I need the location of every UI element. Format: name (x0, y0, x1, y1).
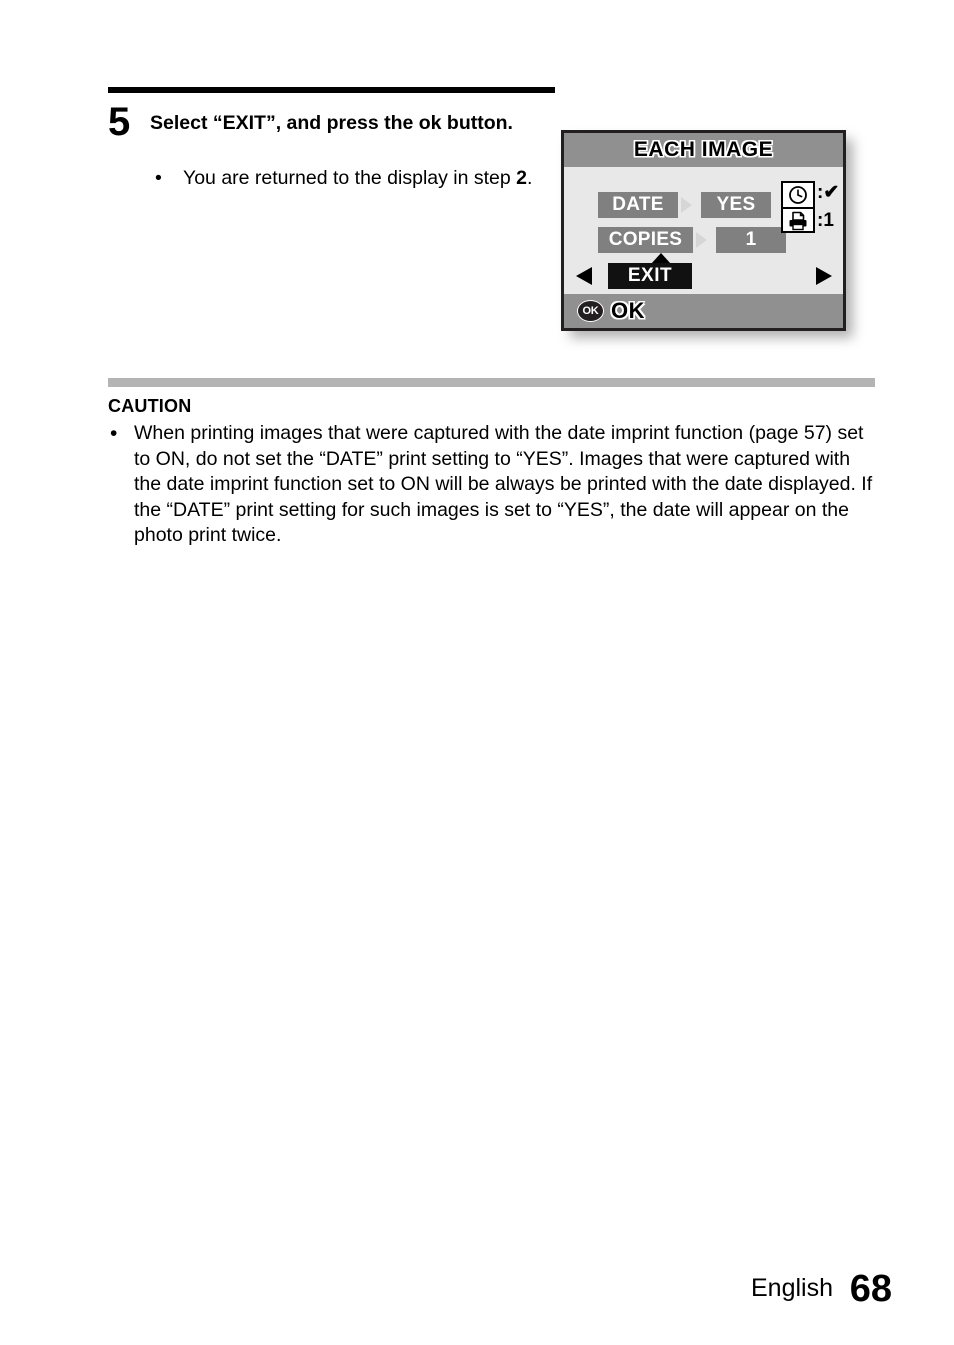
footer-page-number: 68 (849, 1268, 892, 1310)
step-bullet-item: You are returned to the display in step … (150, 165, 550, 192)
step-number: 5 (108, 100, 130, 144)
clock-icon (783, 183, 813, 207)
chip-arrow-right-icon (696, 232, 707, 248)
menu-label-date: DATE (598, 192, 678, 218)
menu-value-date: YES (701, 192, 771, 218)
step-bullet-bold: 2 (516, 167, 528, 189)
printer-icon (783, 209, 813, 233)
step-bullet-text-after: . (527, 167, 533, 189)
menu-row-copies[interactable]: COPIES 1 (598, 227, 786, 253)
lcd-screen-illustration: EACH IMAGE DATE YES COPIES 1 EXIT:✔:1 … (561, 130, 853, 338)
menu-row-exit[interactable]: EXIT (576, 263, 832, 289)
step-heading: Select “EXIT”, and press the ok button. (150, 112, 513, 134)
step-top-rule (108, 87, 555, 93)
caution-divider-bar (108, 378, 875, 387)
caution-title: CAUTION (108, 396, 192, 416)
step-bullet-text-before: You are returned to the display in step (183, 167, 517, 189)
footer-language: English (751, 1274, 833, 1302)
arrow-left-icon[interactable] (576, 267, 592, 285)
exit-button[interactable]: EXIT (608, 263, 692, 289)
printer-icon-value: :1 (817, 210, 834, 231)
menu-label-copies: COPIES (598, 227, 693, 253)
ok-button-label: OK (611, 298, 645, 323)
ok-button-badge-icon[interactable]: OK (577, 300, 604, 322)
lcd-footer-bar: OK OK (564, 294, 843, 328)
status-icon-stack (781, 181, 815, 233)
lcd-title-text: EACH IMAGE (633, 138, 774, 161)
caution-body-text: When printing images that were captured … (134, 422, 873, 546)
lcd-body: DATE YES COPIES 1 EXIT:✔:1 (564, 167, 843, 294)
status-icon-values: :✔ :1 (817, 181, 843, 233)
lcd-title-bar: EACH IMAGE (564, 133, 843, 167)
menu-value-copies: 1 (716, 227, 786, 253)
step-bullet-text: You are returned to the display in step … (150, 165, 550, 192)
chip-arrow-right-icon (681, 197, 692, 213)
clock-icon-value: :✔ (817, 182, 840, 203)
caution-bullet-marker: • (110, 422, 118, 445)
lcd-screen: EACH IMAGE DATE YES COPIES 1 EXIT:✔:1 … (561, 130, 846, 331)
menu-row-date[interactable]: DATE YES (598, 192, 771, 218)
arrow-right-icon[interactable] (816, 267, 832, 285)
